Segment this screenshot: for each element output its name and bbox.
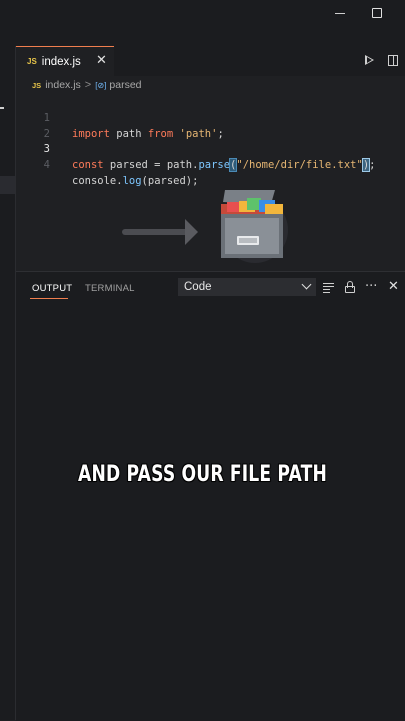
activity-bar xyxy=(0,46,16,720)
tab-index-js[interactable]: JS index.js ✕ xyxy=(16,46,114,76)
run-icon[interactable] xyxy=(365,55,374,65)
minimize-icon[interactable] xyxy=(328,6,352,20)
tab-terminal[interactable]: TERMINAL xyxy=(85,283,135,294)
output-channel-select[interactable]: Code xyxy=(178,278,316,296)
filter-list-icon[interactable] xyxy=(323,283,334,294)
maximize-icon[interactable] xyxy=(365,6,389,20)
code-text: console.log(parsed); xyxy=(72,175,199,187)
active-tab-indicator xyxy=(30,298,68,299)
tab-label: index.js xyxy=(41,55,81,68)
close-icon[interactable]: ✕ xyxy=(96,54,107,68)
output-panel: OUTPUT TERMINAL Code ··· ✕ xyxy=(16,271,405,721)
code-line: 1 import path from 'path'; xyxy=(16,94,405,140)
breadcrumb: JS index.js > [⊘] parsed xyxy=(32,78,142,92)
variable-icon: [⊘] xyxy=(95,80,107,90)
arrow-head-icon xyxy=(185,219,198,245)
code-editor[interactable]: 1 import path from 'path'; 2 3 const par… xyxy=(16,92,405,270)
activity-indicator xyxy=(0,107,4,109)
output-channel-value: Code xyxy=(184,281,212,293)
code-line: 2 xyxy=(16,110,405,140)
breadcrumb-symbol[interactable]: parsed xyxy=(109,79,141,91)
javascript-file-icon: JS xyxy=(27,57,37,66)
javascript-file-icon: JS xyxy=(32,80,42,90)
activity-active-item[interactable] xyxy=(0,176,15,194)
editor-tab-bar: JS index.js ✕ xyxy=(16,46,405,76)
file-cabinet-icon xyxy=(221,190,288,263)
code-text: const parsed = path.parse("/home/dir/fil… xyxy=(72,158,376,172)
chevron-right-icon: > xyxy=(84,79,92,91)
lock-icon[interactable] xyxy=(345,281,355,293)
video-caption: AND PASS OUR FILE PATH xyxy=(78,462,327,487)
line-number: 4 xyxy=(43,159,50,171)
close-icon[interactable]: ✕ xyxy=(388,280,399,294)
more-actions-icon[interactable]: ··· xyxy=(365,280,377,293)
title-bar xyxy=(0,0,405,46)
split-editor-icon[interactable] xyxy=(388,55,398,66)
arrow-icon xyxy=(122,229,190,235)
code-line: 4 console.log(parsed); xyxy=(16,141,405,187)
tab-output[interactable]: OUTPUT xyxy=(32,283,72,294)
breadcrumb-file[interactable]: index.js xyxy=(45,79,81,91)
code-line-current: 3 const parsed = path.parse("/home/dir/f… xyxy=(16,125,405,172)
chevron-down-icon xyxy=(301,279,312,290)
